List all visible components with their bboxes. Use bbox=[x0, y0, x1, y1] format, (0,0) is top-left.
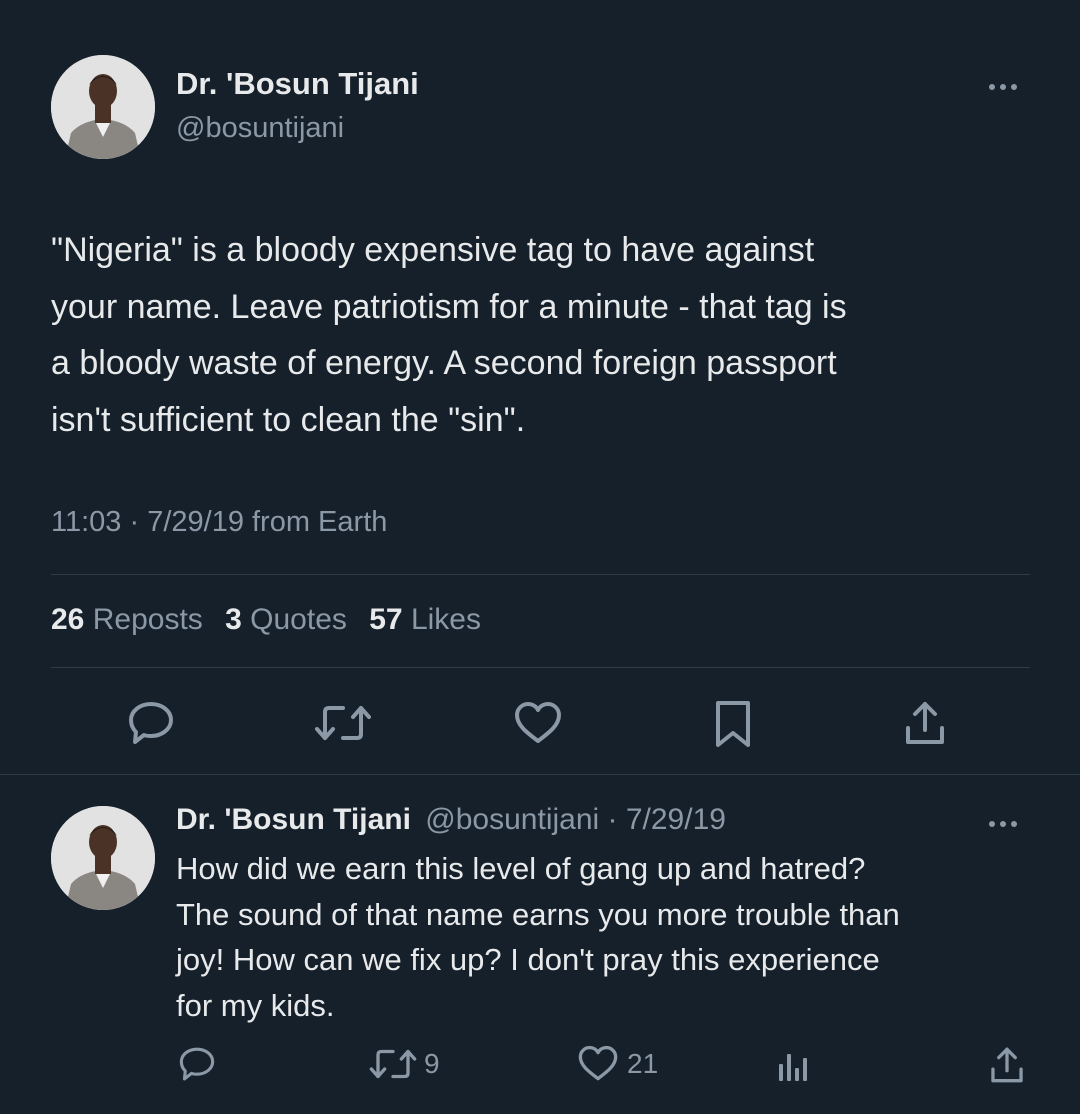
bookmark-icon[interactable] bbox=[714, 700, 752, 748]
author-name[interactable]: Dr. 'Bosun Tijani bbox=[176, 66, 419, 102]
quotes-count: 3 bbox=[225, 603, 242, 636]
share-icon[interactable] bbox=[988, 1046, 1026, 1084]
avatar[interactable] bbox=[51, 806, 155, 910]
likes-count: 57 bbox=[369, 603, 403, 636]
divider bbox=[51, 667, 1030, 668]
tweet-text-line: a bloody waste of energy. A second forei… bbox=[51, 344, 837, 382]
repost-icon[interactable] bbox=[368, 1046, 418, 1082]
like-count: 21 bbox=[627, 1047, 659, 1079]
reply-icon[interactable] bbox=[127, 700, 175, 746]
quotes-stat[interactable]: 3 Quotes bbox=[225, 603, 355, 636]
author-handle-date[interactable]: @bosuntijani · 7/29/19 bbox=[425, 803, 726, 836]
repost-action[interactable]: 9 bbox=[368, 1046, 440, 1082]
like-icon[interactable] bbox=[577, 1045, 619, 1082]
likes-stat[interactable]: 57 Likes bbox=[369, 603, 481, 636]
tweet-stats: 26 Reposts 3 Quotes 57 Likes bbox=[51, 603, 481, 637]
tweet-text-line: How did we earn this level of gang up an… bbox=[176, 851, 866, 886]
reposts-stat[interactable]: 26 Reposts bbox=[51, 603, 211, 636]
tweet-text: "Nigeria" is a bloody expensive tag to h… bbox=[51, 222, 847, 448]
share-icon[interactable] bbox=[903, 700, 947, 746]
author-handle[interactable]: @bosuntijani bbox=[176, 112, 344, 145]
tweet-timestamp[interactable]: 11:03 · 7/29/19 from Earth bbox=[51, 506, 387, 539]
avatar[interactable] bbox=[51, 55, 155, 159]
views-icon[interactable] bbox=[776, 1046, 810, 1082]
tweet-text-line: The sound of that name earns you more tr… bbox=[176, 896, 900, 932]
tweet-text-line: "Nigeria" is a bloody expensive tag to h… bbox=[51, 231, 815, 269]
repost-icon[interactable] bbox=[313, 702, 373, 744]
repost-count: 9 bbox=[424, 1048, 440, 1079]
tweet-text-line: joy! How can we fix up? I don't pray thi… bbox=[176, 942, 880, 977]
reposts-label: Reposts bbox=[92, 603, 203, 636]
tweet-text-line: your name. Leave patriotism for a minute… bbox=[51, 287, 847, 326]
tweet-text-line: for my kids. bbox=[176, 987, 335, 1023]
like-icon[interactable] bbox=[513, 701, 563, 745]
tweet-separator bbox=[0, 774, 1080, 775]
tweet-text-line: isn't sufficient to clean the "sin". bbox=[51, 400, 526, 439]
quotes-label: Quotes bbox=[250, 603, 347, 636]
author-name[interactable]: Dr. 'Bosun Tijani bbox=[176, 803, 411, 836]
more-options-icon[interactable] bbox=[989, 821, 1017, 827]
reply-icon[interactable] bbox=[178, 1046, 216, 1082]
reposts-count: 26 bbox=[51, 603, 85, 636]
like-action[interactable]: 21 bbox=[577, 1045, 658, 1082]
likes-label: Likes bbox=[410, 603, 481, 636]
more-options-icon[interactable] bbox=[989, 84, 1017, 90]
reply-header: Dr. 'Bosun Tijani @bosuntijani · 7/29/19 bbox=[176, 803, 726, 837]
divider bbox=[51, 574, 1030, 575]
tweet-text: How did we earn this level of gang up an… bbox=[176, 846, 900, 1028]
